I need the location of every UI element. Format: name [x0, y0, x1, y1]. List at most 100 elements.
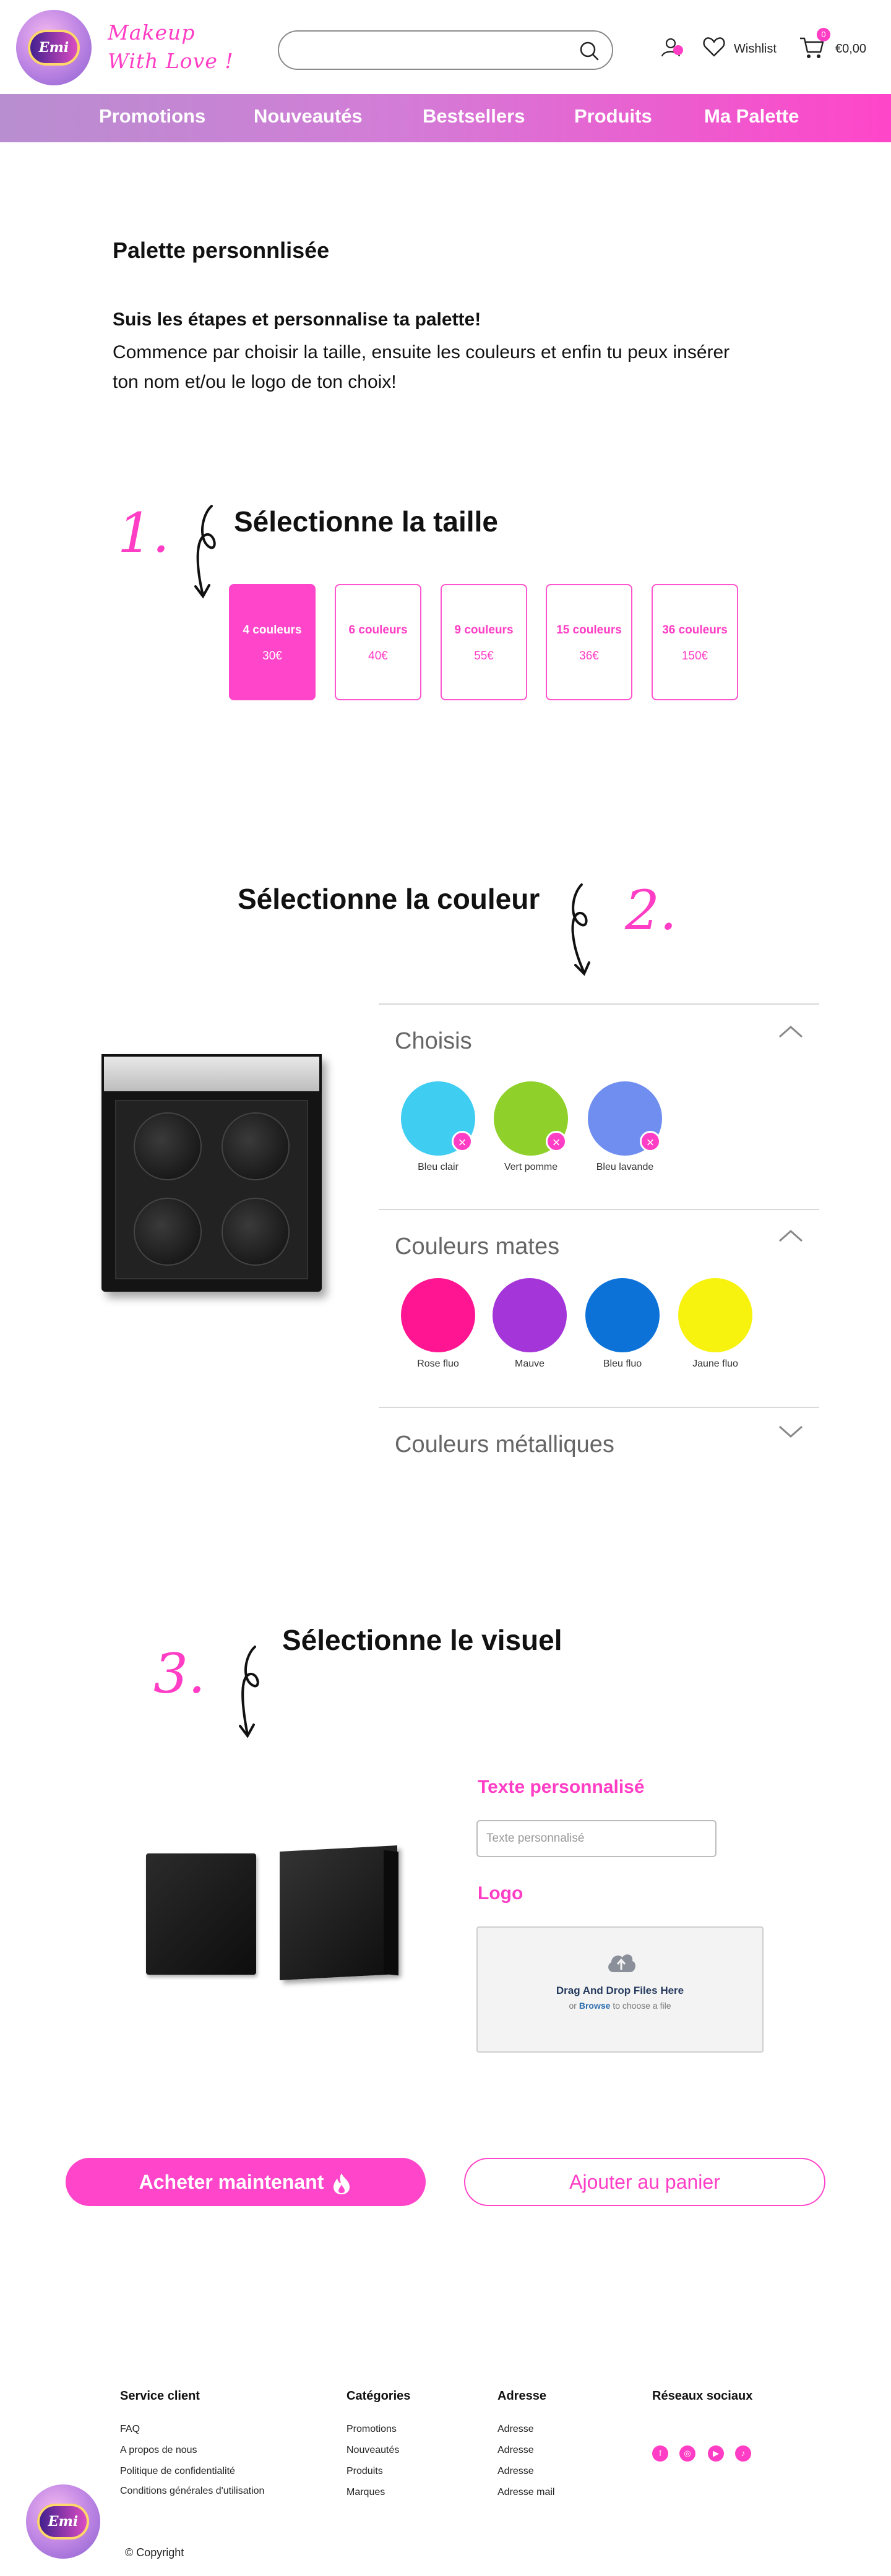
footer-email[interactable]: Adresse mail	[497, 2487, 554, 2498]
step-1-number: 1.	[118, 501, 170, 565]
footer-link[interactable]: Promotions	[346, 2424, 397, 2435]
size-count: 15 couleurs	[556, 624, 622, 637]
footer-address: Adresse	[497, 2424, 534, 2434]
nav-item-bestsellers[interactable]: Bestsellers	[423, 105, 525, 127]
wishlist-link[interactable]: Wishlist	[734, 42, 777, 56]
accordion-mates-title[interactable]: Couleurs mates	[395, 1234, 559, 1260]
palette-pan	[222, 1198, 290, 1266]
footer-link[interactable]: Nouveautés	[346, 2445, 399, 2456]
curly-arrow-icon	[194, 505, 216, 599]
remove-swatch-icon[interactable]: ×	[640, 1131, 661, 1152]
footer-link[interactable]: Produits	[346, 2466, 383, 2477]
heart-icon[interactable]	[702, 35, 726, 59]
accordion-divider	[379, 1003, 819, 1005]
size-price: 30€	[262, 650, 282, 663]
flame-icon	[334, 2173, 350, 2194]
dropzone-rest: to choose a file	[613, 2001, 671, 2011]
intro-heading: Suis les étapes et personnalise ta palet…	[113, 309, 481, 330]
brand-name: Makeup With Love !	[108, 19, 234, 75]
dropzone-subtitle: or Browse to choose a file	[478, 2001, 762, 2011]
curly-arrow-icon	[571, 883, 590, 976]
curly-arrow-icon	[239, 1646, 259, 1738]
product-visual-open[interactable]	[280, 1845, 397, 1980]
facebook-icon[interactable]: f	[652, 2445, 668, 2462]
footer-link[interactable]: Marques	[346, 2487, 385, 2498]
chevron-down-icon[interactable]	[777, 1424, 804, 1440]
swatch-mauve[interactable]	[493, 1278, 567, 1352]
footer-address-title: Adresse	[497, 2389, 546, 2403]
footer-categories-title: Catégories	[346, 2389, 411, 2403]
buy-now-button[interactable]: Acheter maintenant	[66, 2158, 426, 2206]
step-3-title: Sélectionne le visuel	[282, 1624, 562, 1656]
nav-item-nouveautes[interactable]: Nouveautés	[254, 105, 363, 127]
size-count: 4 couleurs	[243, 624, 302, 637]
size-count: 9 couleurs	[454, 624, 514, 637]
palette-inner	[115, 1100, 308, 1279]
swatch-label: Mauve	[514, 1359, 545, 1369]
footer-link[interactable]: Conditions générales d'utilisation	[120, 2486, 264, 2497]
size-option-15[interactable]: 15 couleurs 36€	[546, 584, 632, 700]
chevron-up-icon[interactable]	[777, 1227, 804, 1243]
logo-label: Logo	[478, 1883, 523, 1904]
cart-total[interactable]: €0,00	[835, 42, 866, 56]
brand-logo[interactable]: Emi	[16, 10, 92, 85]
swatch-rose-fluo[interactable]	[401, 1278, 475, 1352]
accordion-metal-title[interactable]: Couleurs métalliques	[395, 1432, 614, 1458]
product-visual-side	[384, 1850, 398, 1976]
nav-item-promotions[interactable]: Promotions	[99, 105, 205, 127]
swatch-label: Bleu fluo	[603, 1359, 642, 1369]
swatch-jaune-fluo[interactable]	[678, 1278, 752, 1352]
swatch-label: Vert pomme	[504, 1162, 558, 1172]
product-visual-closed[interactable]	[146, 1853, 256, 1975]
accordion-chosen-title[interactable]: Choisis	[395, 1028, 472, 1055]
swatch-bleu-fluo[interactable]	[585, 1278, 660, 1352]
brand-line-1: Makeup	[108, 20, 196, 45]
footer-link[interactable]: FAQ	[120, 2424, 140, 2435]
nav-item-ma-palette[interactable]: Ma Palette	[704, 105, 799, 127]
footer-link[interactable]: Politique de confidentialité	[120, 2466, 235, 2477]
size-option-6[interactable]: 6 couleurs 40€	[335, 584, 421, 700]
footer-link[interactable]: A propos de nous	[120, 2445, 197, 2456]
accordion-divider	[379, 1407, 819, 1408]
footer-logo[interactable]: Emi	[26, 2484, 100, 2559]
size-option-9[interactable]: 9 couleurs 55€	[441, 584, 527, 700]
custom-text-label: Texte personnalisé	[478, 1777, 645, 1797]
accordion-divider	[379, 1209, 819, 1210]
step-2-title: Sélectionne la couleur	[238, 883, 540, 915]
size-count: 36 couleurs	[662, 624, 728, 637]
brand-line-2: With Love !	[108, 49, 234, 73]
size-option-4[interactable]: 4 couleurs 30€	[229, 584, 316, 700]
size-price: 55€	[474, 650, 494, 663]
size-price: 36€	[579, 650, 599, 663]
nav-item-produits[interactable]: Produits	[574, 105, 652, 127]
add-to-cart-button[interactable]: Ajouter au panier	[464, 2158, 825, 2206]
dropzone-or: or	[569, 2001, 577, 2011]
custom-text-input[interactable]	[476, 1820, 717, 1857]
search-bar	[278, 30, 613, 70]
step-2-number: 2.	[625, 878, 677, 942]
chevron-up-icon[interactable]	[777, 1023, 804, 1039]
search-icon[interactable]	[579, 40, 600, 61]
footer-address: Adresse	[497, 2466, 534, 2476]
buy-now-label: Acheter maintenant	[139, 2171, 324, 2193]
remove-swatch-icon[interactable]: ×	[452, 1131, 473, 1152]
instagram-icon[interactable]: ◎	[679, 2445, 695, 2462]
size-price: 40€	[368, 650, 388, 663]
tiktok-icon[interactable]: ♪	[735, 2445, 751, 2462]
swatch-label: Rose fluo	[417, 1359, 459, 1369]
size-option-36[interactable]: 36 couleurs 150€	[652, 584, 738, 700]
remove-swatch-icon[interactable]: ×	[546, 1131, 567, 1152]
youtube-icon[interactable]: ▶	[708, 2445, 724, 2462]
search-input[interactable]	[294, 32, 579, 69]
intro-text: Commence par choisir la taille, ensuite …	[113, 342, 730, 392]
palette-pan	[134, 1198, 202, 1266]
main-nav: Promotions Nouveautés Bestsellers Produi…	[0, 94, 891, 142]
logo-dropzone[interactable]: Drag And Drop Files Here or Browse to ch…	[476, 1926, 764, 2053]
cloud-upload-icon	[608, 1954, 635, 1972]
swatch-label: Bleu clair	[418, 1162, 458, 1172]
browse-link[interactable]: Browse	[579, 2001, 611, 2011]
size-price: 150€	[681, 650, 708, 663]
swatch-label: Jaune fluo	[692, 1359, 738, 1369]
copyright: © Copyright	[125, 2546, 184, 2559]
page-title: Palette personnlisée	[113, 238, 330, 263]
